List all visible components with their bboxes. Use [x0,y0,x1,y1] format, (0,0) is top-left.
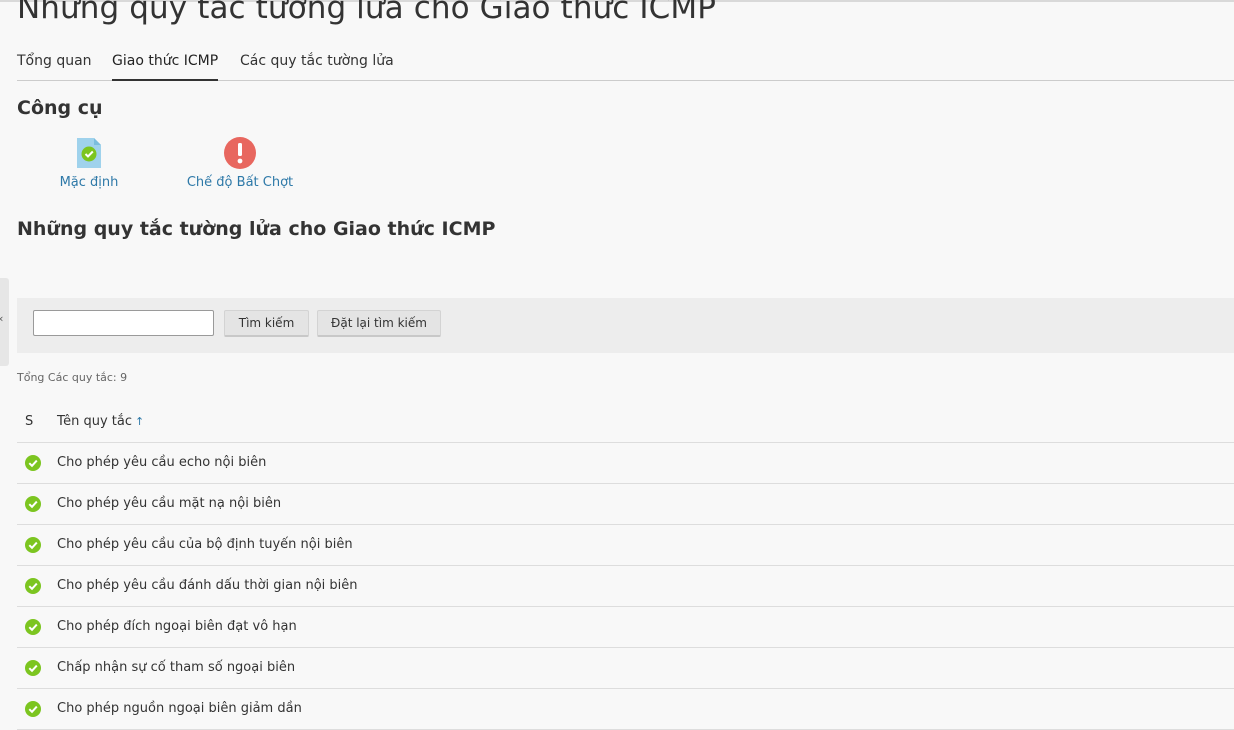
rule-name: Cho phép đích ngoại biên đạt vô hạn [57,619,297,634]
table-row[interactable]: Cho phép yêu cầu echo nội biên [17,443,1234,484]
default-doc-check-icon [77,138,101,168]
tool-stealth-mode[interactable]: Chế độ Bất Chợt [183,137,297,190]
enabled-check-icon [25,701,41,717]
tool-stealth-mode-label: Chế độ Bất Chợt [186,175,294,190]
rule-name-column-header[interactable]: Tên quy tắc ↑ [57,414,144,429]
page-title: Những quy tắc tường lửa cho Giao thức IC… [17,0,717,26]
rule-name: Chấp nhận sự cố tham số ngoại biên [57,660,296,675]
rule-name: Cho phép yêu cầu mặt nạ nội biên [57,496,282,511]
table-row[interactable]: Cho phép yêu cầu đánh dấu thời gian nội … [17,566,1234,607]
rule-name: Cho phép yêu cầu của bộ định tuyến nội b… [57,537,353,552]
sidebar-collapse-handle[interactable]: ‹ [0,278,9,366]
table-row[interactable]: Cho phép nguồn ngoại biên giảm dần [17,689,1234,730]
enabled-check-icon [25,578,41,594]
table-row[interactable]: Chấp nhận sự cố tham số ngoại biên [17,648,1234,689]
tools-heading: Công cụ [17,97,103,119]
rule-name-header-label: Tên quy tắc [57,414,133,429]
rules-table: S Tên quy tắc ↑ Cho phép yêu cầu echo nội… [17,402,1234,730]
search-button[interactable]: Tìm kiếm [224,310,309,337]
enabled-check-icon [25,496,41,512]
tool-default[interactable]: Mặc định [55,137,123,190]
reset-search-button[interactable]: Đặt lại tìm kiếm [317,310,441,337]
enabled-check-icon [25,619,41,635]
tab-icmp[interactable]: Giao thức ICMP [112,53,219,81]
search-input[interactable] [33,310,214,336]
tab-firewall-rules[interactable]: Các quy tắc tường lửa [240,53,394,79]
table-row[interactable]: Cho phép đích ngoại biên đạt vô hạn [17,607,1234,648]
rule-name: Cho phép yêu cầu đánh dấu thời gian nội … [57,578,358,593]
enabled-check-icon [25,455,41,471]
rule-name: Cho phép nguồn ngoại biên giảm dần [57,701,302,716]
enabled-check-icon [25,537,41,553]
table-row[interactable]: Cho phép yêu cầu của bộ định tuyến nội b… [17,525,1234,566]
rule-name: Cho phép yêu cầu echo nội biên [57,455,267,470]
chevron-left-icon: ‹ [0,312,3,325]
table-row[interactable]: Cho phép yêu cầu mặt nạ nội biên [17,484,1234,525]
sort-ascending-icon: ↑ [135,415,145,428]
rules-heading: Những quy tắc tường lửa cho Giao thức IC… [17,218,496,240]
enabled-check-icon [25,660,41,676]
search-bar: Tìm kiếm Đặt lại tìm kiếm [17,298,1234,353]
status-column-header: S [25,414,34,429]
table-header: S Tên quy tắc ↑ [17,402,1234,443]
tab-overview[interactable]: Tổng quan [17,53,92,79]
rules-total-count: Tổng Các quy tắc: 9 [17,371,128,384]
tool-default-label: Mặc định [59,175,119,190]
alert-exclamation-icon [224,137,256,169]
tab-bar: Tổng quan Giao thức ICMP Các quy tắc tườ… [17,53,1234,81]
